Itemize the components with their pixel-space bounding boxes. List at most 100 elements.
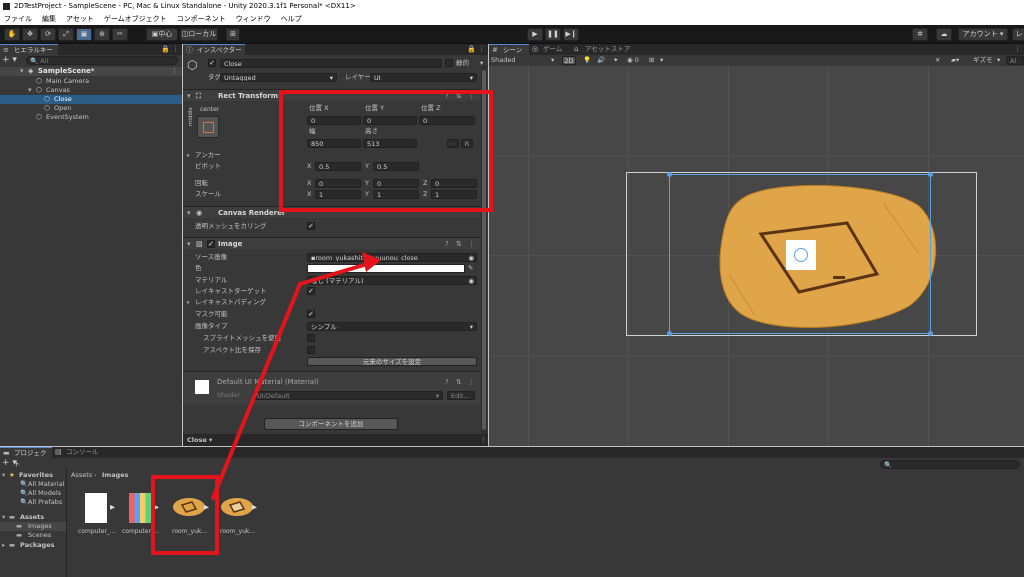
object-name-field[interactable]: Close bbox=[220, 59, 442, 68]
move-tool-button[interactable]: ✥ bbox=[22, 28, 38, 41]
scale-tool-button[interactable]: ⤢ bbox=[58, 28, 74, 41]
project-create-button[interactable]: + ▾ bbox=[2, 459, 17, 468]
tab-inspector[interactable]: ⓘ インスペクター bbox=[183, 44, 245, 55]
favorite-item[interactable]: All Material bbox=[28, 480, 65, 489]
menu-help[interactable]: ヘルプ bbox=[281, 13, 302, 25]
footer-menu-icon[interactable]: ⋮ bbox=[480, 436, 487, 445]
object-picker-icon[interactable]: ◉ bbox=[468, 277, 474, 284]
scenes-folder[interactable]: Scenes bbox=[28, 531, 51, 540]
rect-handle-tr[interactable] bbox=[928, 172, 933, 177]
component-menu-icon[interactable]: ⋮ bbox=[468, 378, 475, 387]
panel-menu-icon[interactable]: ⋮ bbox=[172, 45, 179, 53]
tab-hierarchy[interactable]: ≡ ヒエラルキー bbox=[0, 44, 58, 55]
tab-project[interactable]: ▬ プロジェクト bbox=[0, 447, 52, 468]
shader-edit-button[interactable]: Edit... bbox=[447, 391, 475, 400]
active-checkbox[interactable]: ✓ bbox=[208, 59, 216, 67]
collab-icon[interactable]: ✲ bbox=[912, 28, 928, 41]
menu-file[interactable]: ファイル bbox=[4, 13, 32, 25]
set-native-size-button[interactable]: 元来のサイズを設定 bbox=[307, 357, 477, 366]
material-field[interactable]: なし (マテリアル) ◉ bbox=[307, 276, 477, 285]
favorites-label[interactable]: Favorites bbox=[19, 471, 53, 480]
expand-sprite-icon[interactable]: ▶ bbox=[252, 503, 257, 512]
help-icon[interactable]: ? bbox=[445, 238, 449, 250]
object-picker-icon[interactable]: ◉ bbox=[468, 254, 474, 261]
grid-snap-button[interactable]: ⊞ bbox=[226, 28, 240, 41]
shader-dropdown[interactable]: UI/Default ▾ bbox=[253, 391, 443, 400]
footer-object-label[interactable]: Close bbox=[187, 436, 207, 445]
space-toggle-button[interactable]: ◫ローカル bbox=[180, 28, 218, 41]
gameobject-cube-icon: ⬡ bbox=[187, 58, 198, 72]
component-menu-icon[interactable]: ⋮ bbox=[468, 238, 475, 250]
preset-icon[interactable]: ⇅ bbox=[456, 378, 461, 387]
favorite-item[interactable]: All Prefabs bbox=[28, 498, 62, 507]
play-button[interactable]: ▶ bbox=[527, 28, 543, 41]
color-swatch[interactable] bbox=[307, 264, 465, 273]
create-button[interactable]: + ▾ bbox=[2, 56, 17, 65]
project-tabbar: ▬ プロジェクト ▤ コンソール bbox=[0, 447, 1024, 468]
packages-folder[interactable]: Packages bbox=[20, 541, 54, 550]
list-icon: ≡ bbox=[3, 46, 9, 54]
pause-button[interactable]: ❚❚ bbox=[545, 28, 561, 41]
hierarchy-item[interactable]: ⬡ Open bbox=[0, 104, 182, 113]
tab-console[interactable]: ▤ コンソール bbox=[52, 447, 100, 458]
image-enabled-checkbox[interactable]: ✓ bbox=[207, 240, 215, 248]
hierarchy-item-selected[interactable]: ⬡ Close bbox=[0, 95, 182, 104]
custom-tool-button[interactable]: ✂ bbox=[112, 28, 128, 41]
maskable-checkbox[interactable]: ✓ bbox=[307, 310, 315, 318]
layers-dropdown[interactable]: レ bbox=[1012, 28, 1024, 41]
favorite-item[interactable]: All Models bbox=[28, 489, 61, 498]
rect-handle-br[interactable] bbox=[928, 331, 933, 336]
hierarchy-search-input[interactable]: 🔍 All bbox=[26, 56, 178, 65]
menu-edit[interactable]: 編集 bbox=[42, 13, 56, 25]
pivot-toggle-button[interactable]: ▣中心 bbox=[146, 28, 178, 41]
project-search-input[interactable]: 🔍 bbox=[880, 460, 1020, 469]
hierarchy-item[interactable]: ⬡ Main Camera bbox=[0, 77, 182, 86]
eyedropper-icon[interactable]: ✎ bbox=[468, 264, 473, 273]
layer-dropdown[interactable]: UI ▾ bbox=[370, 73, 477, 82]
image-type-dropdown[interactable]: シンプル ▾ bbox=[307, 322, 477, 331]
folder-icon: ▬ bbox=[16, 522, 23, 530]
use-sprite-mesh-checkbox[interactable] bbox=[307, 334, 315, 342]
expand-sprite-icon[interactable]: ▶ bbox=[110, 503, 115, 512]
tag-dropdown[interactable]: Untagged ▾ bbox=[220, 73, 337, 82]
cloud-icon[interactable]: ☁ bbox=[936, 28, 952, 41]
anchors-label[interactable]: アンカー bbox=[195, 151, 221, 160]
hierarchy-item[interactable]: ⬡ EventSystem bbox=[0, 113, 182, 122]
step-button[interactable]: ▶❙ bbox=[563, 28, 579, 41]
help-icon[interactable]: ? bbox=[445, 378, 448, 387]
rect-handle-tl[interactable] bbox=[667, 172, 672, 177]
panel-menu-icon[interactable]: ⋮ bbox=[478, 45, 485, 53]
raycast-target-checkbox[interactable]: ✓ bbox=[307, 287, 315, 295]
add-component-button[interactable]: コンポーネントを追加 bbox=[264, 418, 398, 430]
lock-icon[interactable]: 🔒 bbox=[467, 45, 476, 53]
hierarchy-item[interactable]: ▾ ⬡ Canvas bbox=[0, 86, 182, 95]
rect-handle-bl[interactable] bbox=[667, 331, 672, 336]
transform-tool-button[interactable]: ⊕ bbox=[94, 28, 110, 41]
scene-menu-icon[interactable]: ⋮ bbox=[171, 67, 178, 75]
rect-tool-button[interactable]: ▣ bbox=[76, 28, 92, 41]
account-dropdown[interactable]: アカウント ▾ bbox=[958, 28, 1008, 41]
lock-icon[interactable]: 🔒 bbox=[161, 45, 170, 53]
hand-tool-button[interactable]: ✋ bbox=[4, 28, 20, 41]
asset-item[interactable]: ▶ computer_... bbox=[78, 491, 122, 541]
rotate-tool-button[interactable]: ⟳ bbox=[40, 28, 56, 41]
scene-row[interactable]: ▾ ◈ SampleScene* ⋮ bbox=[0, 67, 182, 76]
menu-gameobject[interactable]: ゲームオブジェクト bbox=[104, 13, 167, 25]
raycast-padding-label[interactable]: レイキャストパディング bbox=[195, 298, 266, 307]
pivot-handle-icon[interactable] bbox=[794, 248, 808, 262]
image-component-header[interactable]: ▾ ▨ ✓ Image ? ⇅ ⋮ bbox=[183, 237, 480, 249]
anchor-preset-button[interactable] bbox=[197, 116, 219, 138]
preset-icon[interactable]: ⇅ bbox=[456, 238, 462, 250]
folder-row-selected[interactable]: ▬ Images bbox=[0, 522, 66, 531]
menu-assets[interactable]: アセット bbox=[66, 13, 94, 25]
static-checkbox[interactable] bbox=[445, 59, 453, 67]
menu-window[interactable]: ウィンドウ bbox=[236, 13, 271, 25]
breadcrumb-root[interactable]: Assets bbox=[71, 471, 92, 480]
menu-component[interactable]: コンポーネント bbox=[177, 13, 226, 25]
search-icon: 🔍 bbox=[20, 480, 29, 488]
assets-folder[interactable]: Assets bbox=[20, 513, 44, 522]
asset-item[interactable]: ▶ room_yuk... bbox=[216, 491, 266, 541]
preserve-aspect-checkbox[interactable] bbox=[307, 346, 315, 354]
source-image-field[interactable]: ▪room_yukashita_syuunou_close ◉ bbox=[307, 253, 477, 262]
cull-transparent-checkbox[interactable]: ✓ bbox=[307, 222, 315, 230]
